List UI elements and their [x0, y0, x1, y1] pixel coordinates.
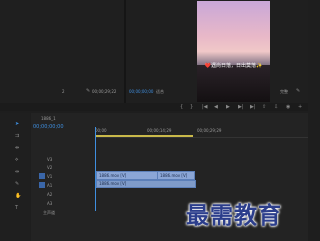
- track-headers: V3 V2 V1 A1 A2 A3: [39, 157, 79, 207]
- go-to-out-icon[interactable]: ▶|: [250, 104, 256, 110]
- step-forward-icon[interactable]: ▶|: [238, 104, 244, 110]
- source-monitor: 2 ✎ 00;00;29;22: [0, 0, 124, 103]
- fit-dropdown[interactable]: 适合: [156, 89, 164, 94]
- pen-tool-icon[interactable]: ✎: [15, 181, 19, 187]
- export-frame-icon[interactable]: ◉: [286, 104, 290, 110]
- track-target-a1[interactable]: [39, 182, 45, 188]
- type-tool-icon[interactable]: T: [15, 205, 18, 211]
- slip-tool-icon[interactable]: ⇹: [15, 169, 19, 175]
- track-v3[interactable]: V3: [47, 157, 52, 162]
- track-select-icon[interactable]: ⇉: [15, 133, 19, 139]
- tree-silhouette: [197, 65, 270, 102]
- track-a3[interactable]: A3: [47, 201, 52, 206]
- clip-label: 1886.mov [V]: [99, 173, 127, 178]
- track-v2[interactable]: V2: [47, 165, 52, 170]
- razor-tool-icon[interactable]: ⟡: [15, 157, 18, 163]
- go-to-in-icon[interactable]: |◀: [202, 104, 208, 110]
- program-timecode: 00;00;00;00: [129, 89, 154, 94]
- ruler-label: 00;00;29;29: [197, 128, 222, 133]
- ruler-label: 00;00;14;29: [147, 128, 172, 133]
- sequence-tab[interactable]: 1886_1: [41, 116, 56, 121]
- source-timecode: 00;00;29;22: [92, 89, 117, 94]
- track-a2[interactable]: A2: [47, 192, 52, 197]
- playhead[interactable]: [95, 127, 96, 211]
- settings-icon[interactable]: +: [298, 104, 302, 110]
- extract-icon[interactable]: ⇩: [274, 104, 278, 110]
- mark-in-icon[interactable]: {: [180, 104, 183, 110]
- program-monitor: ❤️遇尚日落，日出莫落✨ 00;00;00;00 适合 完整 ✎: [126, 0, 308, 103]
- video-frame: ❤️遇尚日落，日出莫落✨: [197, 1, 270, 102]
- step-back-icon[interactable]: ◀: [214, 104, 218, 110]
- wrench-icon[interactable]: ✎: [296, 88, 300, 94]
- lift-icon[interactable]: ⇧: [262, 104, 266, 110]
- work-area-bar[interactable]: [95, 135, 193, 137]
- mark-out-icon[interactable]: }: [190, 104, 193, 110]
- transport-bar: { } |◀ ◀ ▶ ▶| ▶| ⇧ ⇩ ◉ +: [0, 103, 308, 111]
- track-v1[interactable]: V1: [47, 174, 52, 179]
- clip-v1-b[interactable]: 1886.mov [V]: [157, 171, 195, 180]
- play-icon[interactable]: ▶: [226, 104, 230, 110]
- ripple-edit-icon[interactable]: ⇼: [15, 145, 19, 151]
- source-controls: [0, 96, 124, 102]
- hand-tool-icon[interactable]: ✋: [15, 193, 21, 199]
- clip-a1[interactable]: 1886.mov [V]: [96, 180, 196, 188]
- track-a1[interactable]: A1: [47, 183, 52, 188]
- resolution-dropdown[interactable]: 完整: [280, 89, 288, 94]
- master-track-label: 主声道: [43, 210, 55, 215]
- clip-v1-a[interactable]: 1886.mov [V]: [96, 171, 158, 180]
- video-caption: ❤️遇尚日落，日出莫落✨: [204, 63, 263, 69]
- watermark: 最需教育: [186, 203, 282, 229]
- track-target-v1[interactable]: [39, 173, 45, 179]
- timeline-timecode: 00;00;00;00: [33, 124, 64, 130]
- clip-label: 1886.mov [V]: [160, 173, 188, 178]
- source-label: 2: [62, 89, 65, 94]
- clip-label: 1886.mov [V]: [99, 181, 127, 186]
- tools-panel: ➤ ⇉ ⇼ ⟡ ⇹ ✎ ✋ T: [0, 113, 30, 241]
- time-ruler[interactable]: 00;00 00;00;14;29 00;00;29;29: [95, 127, 308, 138]
- ruler-label: 00;00: [95, 128, 107, 133]
- selection-tool-icon[interactable]: ➤: [15, 121, 19, 127]
- wrench-icon[interactable]: ✎: [86, 88, 90, 94]
